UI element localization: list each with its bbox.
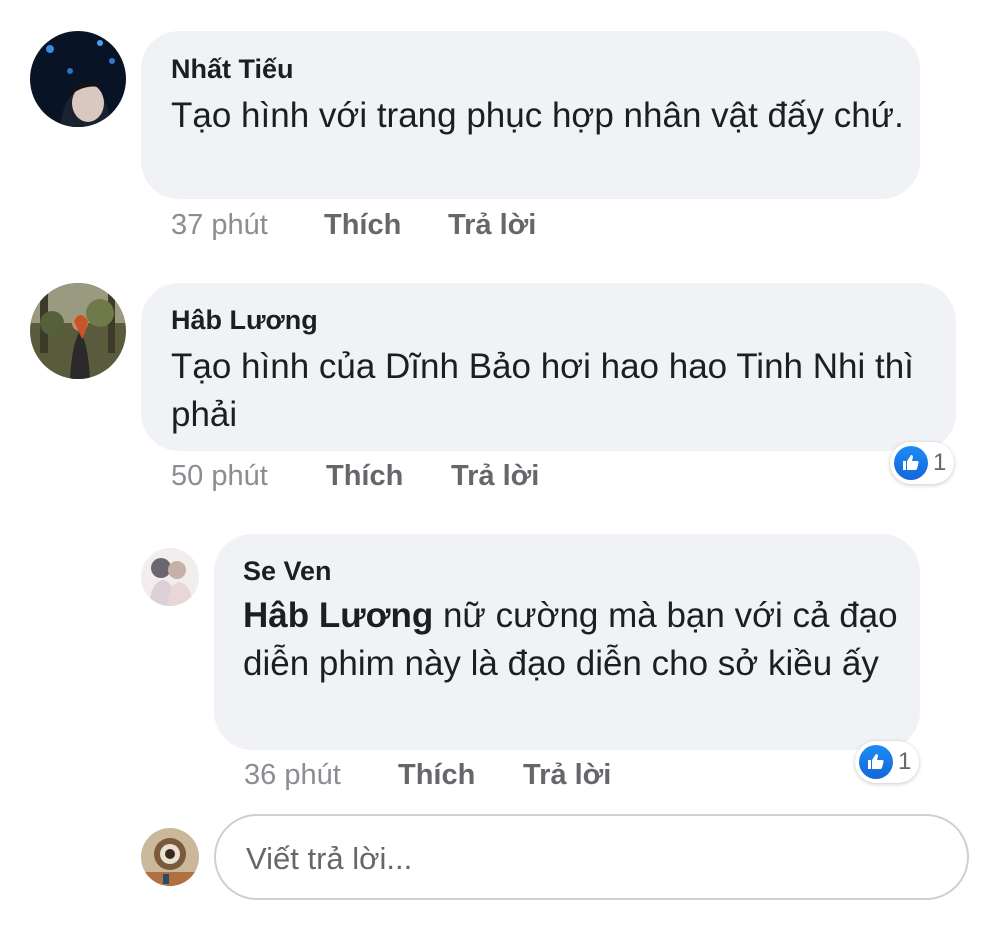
like-button[interactable]: Thích: [324, 209, 401, 242]
avatar-se-ven[interactable]: [141, 548, 199, 606]
reaction-summary[interactable]: 1: [890, 442, 955, 484]
reply-actions: 36 phút Thích Trả lời: [244, 759, 644, 793]
avatar-hab-luong[interactable]: [30, 283, 126, 379]
comment-actions: 50 phút Thích Trả lời: [171, 460, 571, 494]
avatar-current-user[interactable]: [141, 828, 199, 886]
like-thumb-icon: [859, 745, 893, 779]
reply-timestamp[interactable]: 36 phút: [244, 759, 341, 792]
mention-tag[interactable]: Hâb Lương: [243, 596, 433, 635]
reply-button[interactable]: Trả lời: [451, 460, 539, 493]
comment-timestamp[interactable]: 50 phút: [171, 460, 268, 493]
comment-actions: 37 phút Thích Trả lời: [171, 209, 571, 243]
like-button[interactable]: Thích: [326, 460, 403, 493]
reaction-summary[interactable]: 1: [855, 741, 920, 783]
reply-input-box[interactable]: [214, 814, 969, 900]
comment-text: Tạo hình của Dĩnh Bảo hơi hao hao Tinh N…: [171, 347, 914, 434]
comment-text: Tạo hình với trang phục hợp nhân vật đấy…: [171, 96, 904, 135]
reaction-count: 1: [933, 449, 947, 476]
comment-thread: Nhất Tiếu Tạo hình với trang phục hợp nh…: [0, 0, 1000, 925]
reply-button[interactable]: Trả lời: [448, 209, 536, 242]
reply-input[interactable]: [244, 836, 928, 882]
comment-author[interactable]: Hâb Lương: [171, 305, 318, 336]
like-button[interactable]: Thích: [398, 759, 475, 792]
reply-button[interactable]: Trả lời: [523, 759, 611, 792]
like-thumb-icon: [894, 446, 928, 480]
reaction-count: 1: [898, 748, 912, 775]
comment-timestamp[interactable]: 37 phút: [171, 209, 268, 242]
comment-author[interactable]: Nhất Tiếu: [171, 54, 294, 85]
reply-author[interactable]: Se Ven: [243, 556, 332, 587]
reply-text: Hâb Lương nữ cường mà bạn với cả đạo diễ…: [243, 592, 913, 688]
avatar-nhat-tieu[interactable]: [30, 31, 126, 127]
